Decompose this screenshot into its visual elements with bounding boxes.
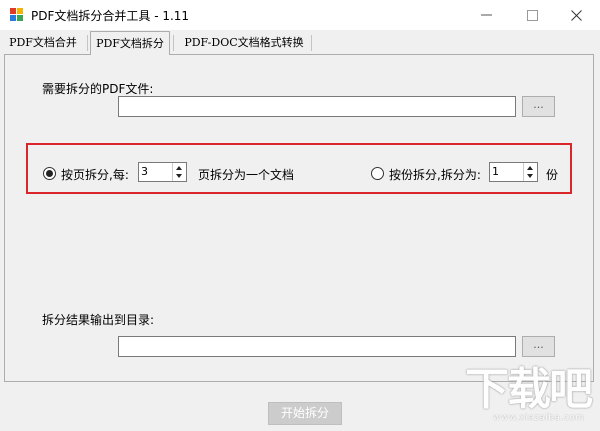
source-file-label: 需要拆分的PDF文件:: [42, 82, 154, 96]
output-dir-label: 拆分结果输出到目录:: [42, 313, 155, 327]
source-browse-button[interactable]: ...: [522, 96, 555, 117]
watermark-text: 下载吧: [465, 364, 593, 415]
close-button[interactable]: [554, 0, 600, 30]
output-browse-button[interactable]: ...: [522, 336, 555, 357]
start-split-button[interactable]: 开始拆分: [268, 402, 342, 425]
parts-count-value: 1: [492, 165, 499, 178]
source-file-input[interactable]: [118, 96, 516, 117]
tab-pdf-split[interactable]: PDF文档拆分: [90, 31, 170, 55]
spinner-arrows[interactable]: [523, 163, 537, 181]
watermark-logo: 下载吧 www.xiazaiba.com: [465, 365, 595, 427]
parts-count-spinner[interactable]: 1: [489, 162, 538, 182]
split-by-count-suffix: 份: [546, 168, 559, 182]
split-by-page-label: 按页拆分,每:: [61, 168, 129, 182]
tab-separator: [311, 35, 312, 51]
split-by-page-suffix: 页拆分为一个文档: [198, 168, 295, 182]
maximize-icon: [527, 10, 538, 21]
close-icon: [571, 10, 582, 21]
tab-separator: [87, 35, 88, 51]
pages-per-doc-spinner[interactable]: 3: [138, 162, 187, 182]
tab-strip: PDF文档合并 PDF文档拆分 PDF-DOC文档格式转换: [0, 30, 600, 55]
title-bar: PDF文档拆分合并工具 - 1.11: [0, 0, 600, 30]
tab-pdf-merge[interactable]: PDF文档合并: [5, 33, 81, 53]
window-title: PDF文档拆分合并工具 - 1.11: [31, 9, 190, 23]
spinner-down-icon[interactable]: [176, 174, 182, 178]
spinner-arrows[interactable]: [172, 163, 186, 181]
split-by-page-radio[interactable]: [43, 167, 56, 180]
radio-selected-dot: [46, 170, 53, 177]
pages-per-doc-value: 3: [141, 165, 148, 178]
spinner-up-icon[interactable]: [527, 166, 533, 170]
spinner-down-icon[interactable]: [527, 174, 533, 178]
output-dir-input[interactable]: [118, 336, 516, 357]
tab-separator: [173, 35, 174, 51]
split-by-count-label: 按份拆分,拆分为:: [389, 168, 481, 182]
tab-pdf-doc-convert[interactable]: PDF-DOC文档格式转换: [180, 33, 308, 53]
app-icon: [10, 8, 24, 22]
minimize-icon: [481, 14, 492, 16]
minimize-button[interactable]: [464, 0, 510, 30]
maximize-button[interactable]: [510, 0, 556, 30]
split-by-count-radio[interactable]: [371, 167, 384, 180]
watermark-url: www.xiazaiba.com: [493, 413, 585, 423]
spinner-up-icon[interactable]: [176, 166, 182, 170]
